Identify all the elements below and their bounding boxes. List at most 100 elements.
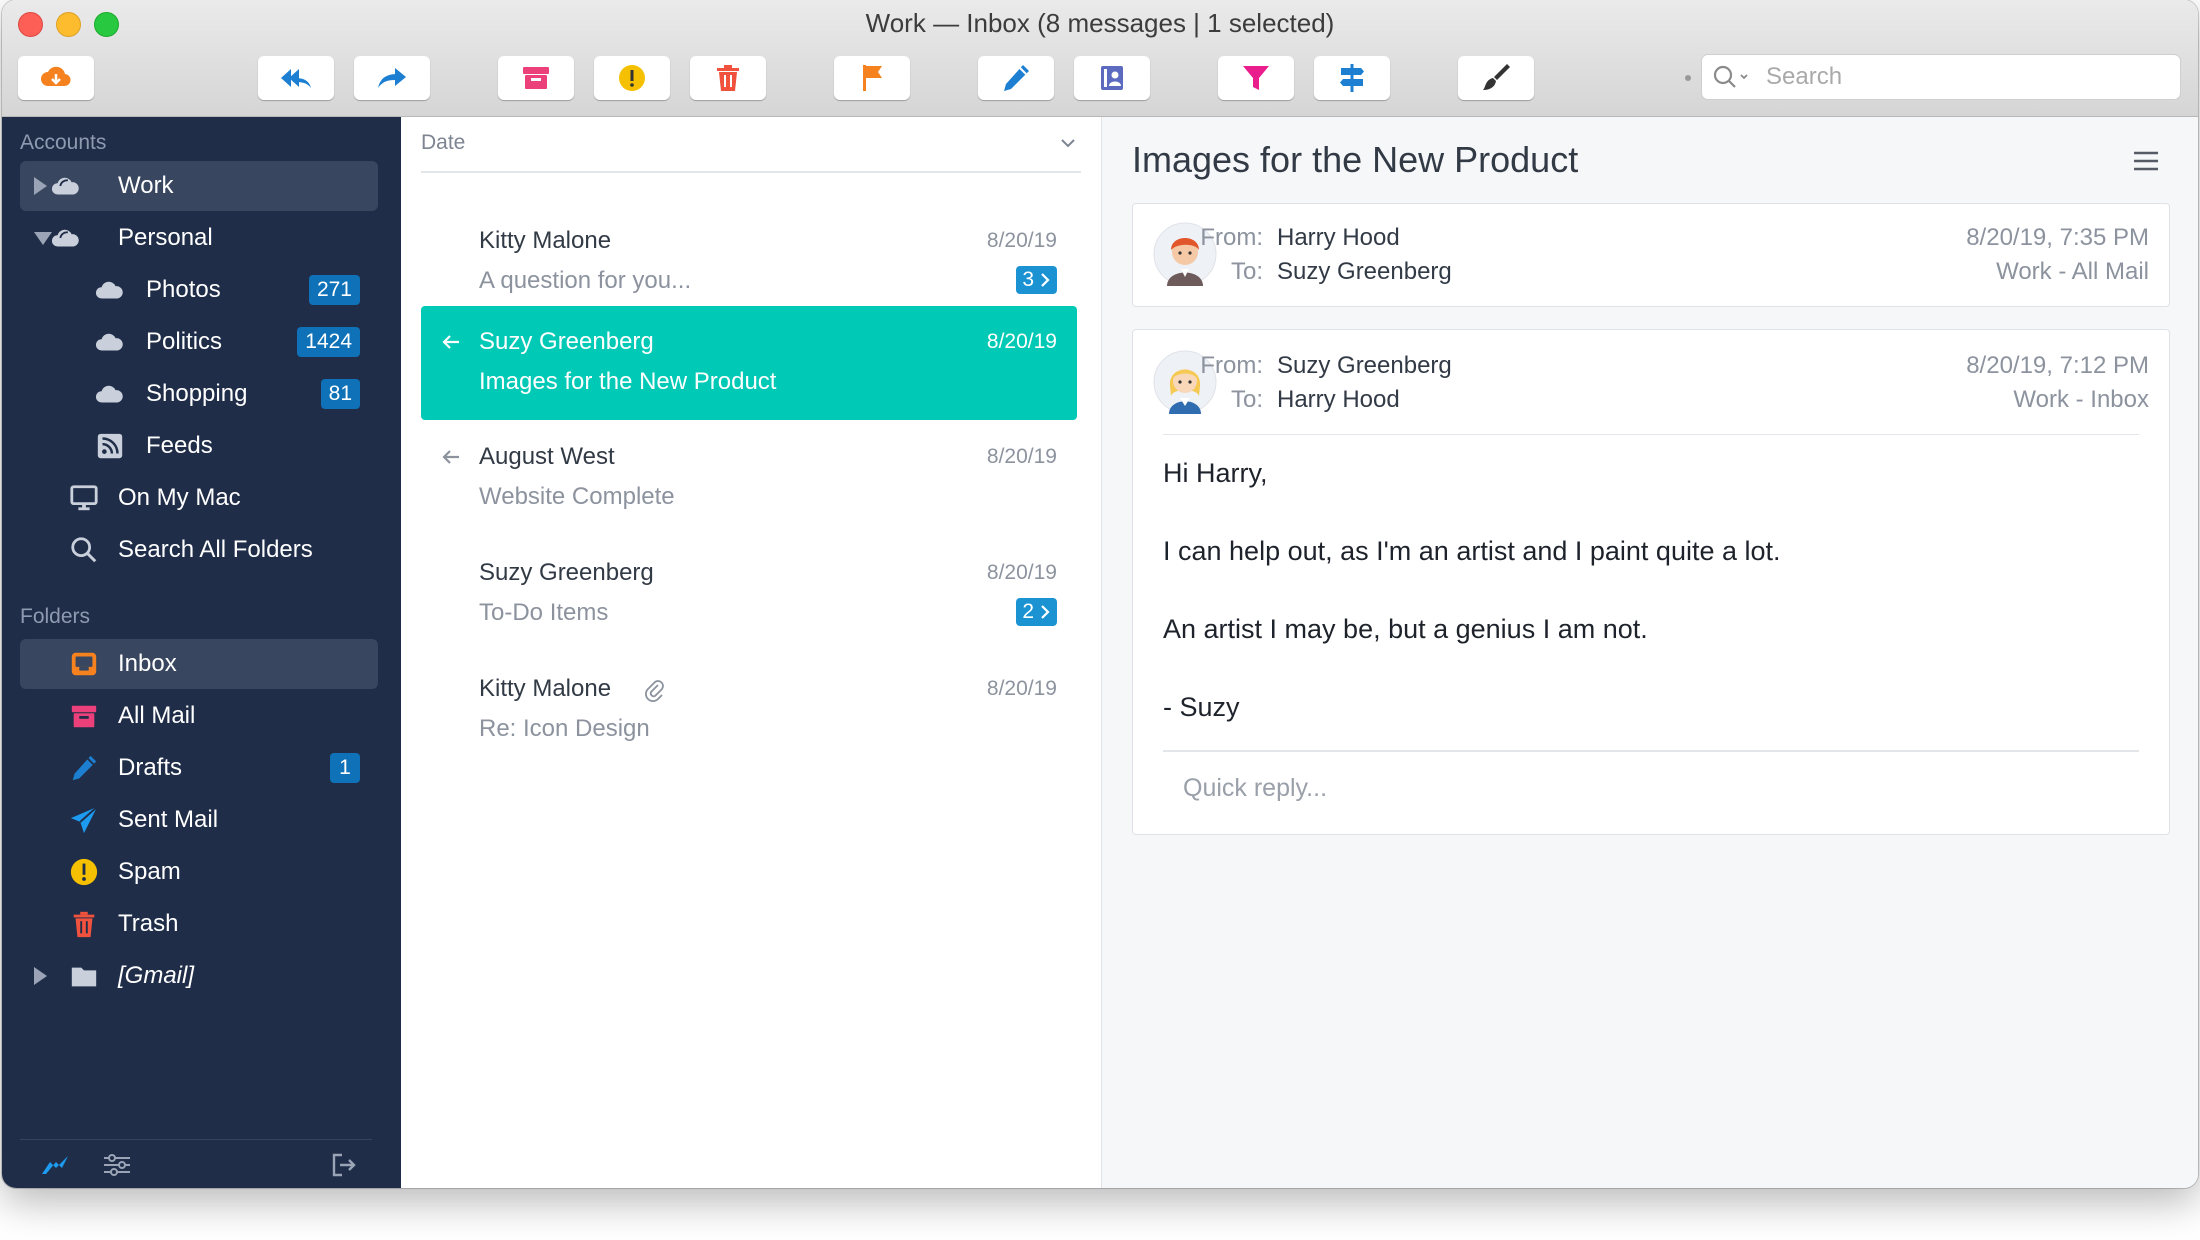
message-datetime: 8/20/19, 7:35 PM [1966,224,2149,251]
sidebar-item-shopping[interactable]: Shopping 81 [20,369,378,419]
chevron-down-icon[interactable] [1059,137,1077,149]
sidebar-item-label: Photos [146,276,221,303]
archive-button[interactable] [498,56,574,100]
message-sender: Suzy Greenberg [479,328,654,355]
forward-button[interactable] [354,56,430,100]
rules-button[interactable] [1314,56,1390,100]
sidebar-item-label: Personal [118,224,213,251]
search-icon [68,534,100,566]
sidebar-item-label: Spam [118,858,181,885]
to-label: To: [1230,258,1263,285]
sidebar-item-feeds[interactable]: Feeds [20,421,378,471]
message-date: 8/20/19 [986,229,1057,252]
settings-sliders-icon[interactable] [102,1152,132,1178]
hamburger-menu-icon[interactable] [2132,149,2160,173]
sender-name[interactable]: Suzy Greenberg [1277,352,1452,380]
sign-out-icon[interactable] [330,1151,358,1179]
sidebar-item-personal[interactable]: Personal [20,213,378,263]
filter-button[interactable] [1218,56,1294,100]
compose-button[interactable] [978,56,1054,100]
message-row[interactable]: Kitty Malone Re: Icon Design 8/20/19 [421,653,1077,767]
reply-divider [1163,750,2139,752]
reply-all-button[interactable] [258,56,334,100]
search-input[interactable] [1766,55,2166,99]
sidebar-item-inbox[interactable]: Inbox [20,639,378,689]
message-body-line: - Suzy [1163,692,1240,722]
message-row[interactable]: August West Website Complete 8/20/19 [421,421,1077,535]
message-datetime: 8/20/19, 7:12 PM [1966,352,2149,379]
cloud-icon [50,170,82,202]
customize-button[interactable] [1458,56,1534,100]
message-date: 8/20/19 [986,677,1057,700]
message-folder: Work - Inbox [2013,386,2149,413]
message-date: 8/20/19 [986,445,1057,468]
from-label: From: [1200,352,1263,379]
monitor-icon [68,482,100,514]
message-row-selected[interactable]: Suzy Greenberg Images for the New Produc… [421,306,1077,420]
sidebar-item-trash[interactable]: Trash [20,899,378,949]
search-scope-dot [1685,75,1691,81]
thread-count-badge[interactable]: 3 [1016,266,1057,294]
sidebar-item-photos[interactable]: Photos 271 [20,265,378,315]
quick-reply-input[interactable]: Quick reply... [1183,774,1327,803]
sidebar-item-spam[interactable]: Spam [20,847,378,897]
reading-pane: Images for the New Product From: Harry H… [1102,117,2198,1188]
inbox-icon [68,648,100,680]
message-header-card[interactable]: From: Harry Hood To: Suzy Greenberg 8/20… [1132,203,2170,307]
reply-all-icon [281,69,311,88]
message-body-line: An artist I may be, but a genius I am no… [1163,614,1648,644]
folder-icon [68,960,100,992]
sender-name[interactable]: Harry Hood [1277,224,1400,252]
message-date: 8/20/19 [986,561,1057,584]
sidebar-footer [20,1139,372,1188]
signpost-icon [1340,64,1364,92]
titlebar: Work — Inbox (8 messages | 1 selected) [2,0,2198,117]
sidebar-item-gmail[interactable]: [Gmail] [20,951,378,1001]
archive-icon [68,700,100,732]
paperclip-icon [645,680,664,702]
message-row[interactable]: Kitty Malone A question for you... 8/20/… [421,205,1077,319]
exclamation-icon [68,856,100,888]
sidebar-item-label: All Mail [118,702,196,729]
sidebar-item-label: Inbox [118,650,177,677]
sidebar-item-on-my-mac[interactable]: On My Mac [20,473,378,523]
sidebar-item-all-mail[interactable]: All Mail [20,691,378,741]
disclosure-right-icon[interactable] [34,967,47,985]
flag-button[interactable] [834,56,910,100]
message-folder: Work - All Mail [1996,258,2149,285]
sort-header[interactable]: Date [421,131,1081,173]
accounts-section-label: Accounts [20,131,107,154]
sidebar-item-label: Sent Mail [118,806,219,833]
thread-count-badge[interactable]: 2 [1016,598,1057,626]
search-box[interactable] [1702,55,2180,99]
forward-icon [378,68,406,88]
message-subject: Re: Icon Design [479,715,650,742]
activity-icon[interactable] [40,1154,70,1176]
sidebar-item-drafts[interactable]: Drafts 1 [20,743,378,793]
sidebar-item-search-all-folders[interactable]: Search All Folders [20,525,378,575]
message-card-expanded: From: Suzy Greenberg To: Harry Hood 8/20… [1132,329,2170,835]
spam-button[interactable] [594,56,670,100]
cloud-icon [41,66,71,87]
cloud-sync-button[interactable] [18,56,94,100]
paper-plane-icon [68,804,100,836]
sidebar-item-label: Shopping [146,380,248,407]
disclosure-right-icon[interactable] [34,177,47,195]
funnel-icon [1243,66,1269,90]
sidebar-item-politics[interactable]: Politics 1424 [20,317,378,367]
rss-icon [94,430,126,462]
to-label: To: [1230,386,1263,413]
sidebar-item-sent-mail[interactable]: Sent Mail [20,795,378,845]
message-sender: August West [479,443,615,470]
message-subject: Images for the New Product [479,368,777,395]
contacts-button[interactable] [1074,56,1150,100]
sidebar-item-label: On My Mac [118,484,241,511]
recipient-name[interactable]: Suzy Greenberg [1277,258,1452,286]
message-row[interactable]: Suzy Greenberg To-Do Items 8/20/19 2 [421,537,1077,651]
header-divider [1163,434,2139,435]
archive-icon [523,67,549,89]
recipient-name[interactable]: Harry Hood [1277,386,1400,414]
sidebar-item-work[interactable]: Work [20,161,378,211]
cloud-icon [94,378,126,410]
delete-button[interactable] [690,56,766,100]
